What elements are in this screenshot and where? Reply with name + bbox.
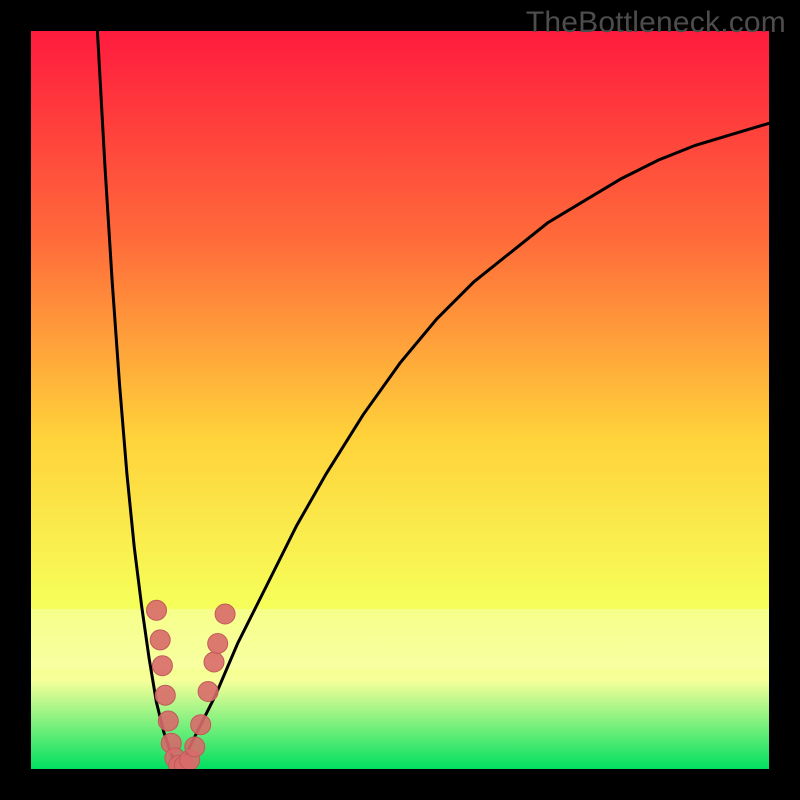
plot-area xyxy=(31,31,769,769)
watermark-text: TheBottleneck.com xyxy=(526,6,786,40)
data-dot xyxy=(147,600,167,620)
data-dot xyxy=(215,604,235,624)
data-dot xyxy=(150,630,170,650)
data-dot xyxy=(152,656,172,676)
data-dot xyxy=(158,711,178,731)
data-dot xyxy=(198,682,218,702)
pale-band xyxy=(31,609,769,669)
data-dot xyxy=(204,652,224,672)
data-dot xyxy=(208,634,228,654)
chart-frame: TheBottleneck.com xyxy=(0,0,800,800)
data-dot xyxy=(191,715,211,735)
data-dot xyxy=(185,737,205,757)
chart-svg xyxy=(31,31,769,769)
data-dot xyxy=(155,685,175,705)
